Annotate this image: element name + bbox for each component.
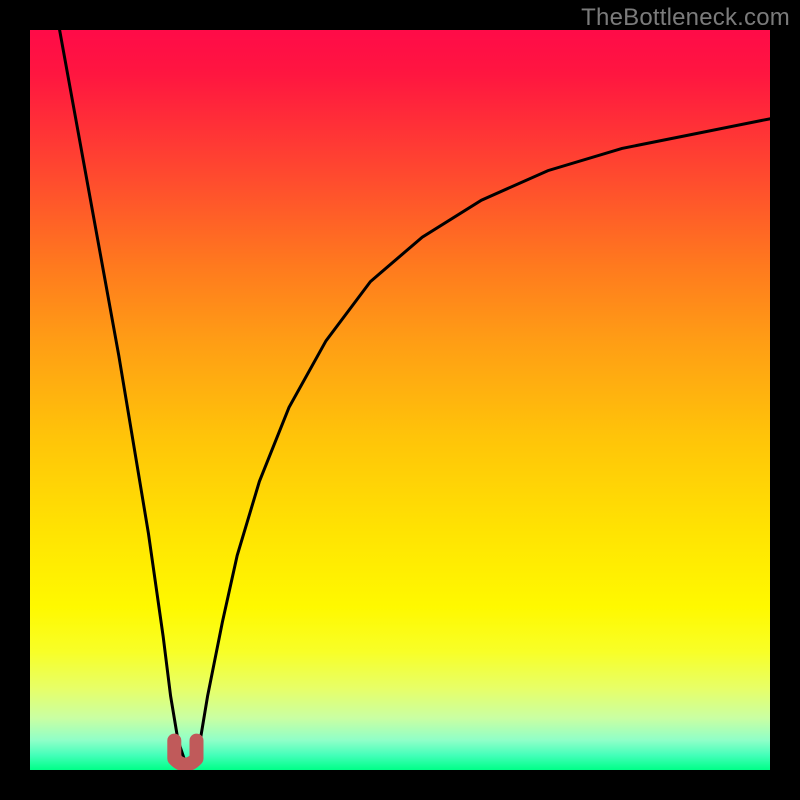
- optimal-marker: [174, 741, 196, 765]
- bottleneck-curve: [60, 30, 770, 763]
- watermark-text: TheBottleneck.com: [581, 4, 790, 32]
- outer-frame: TheBottleneck.com: [0, 0, 800, 800]
- curve-layer: [30, 30, 770, 770]
- plot-area: [30, 30, 770, 770]
